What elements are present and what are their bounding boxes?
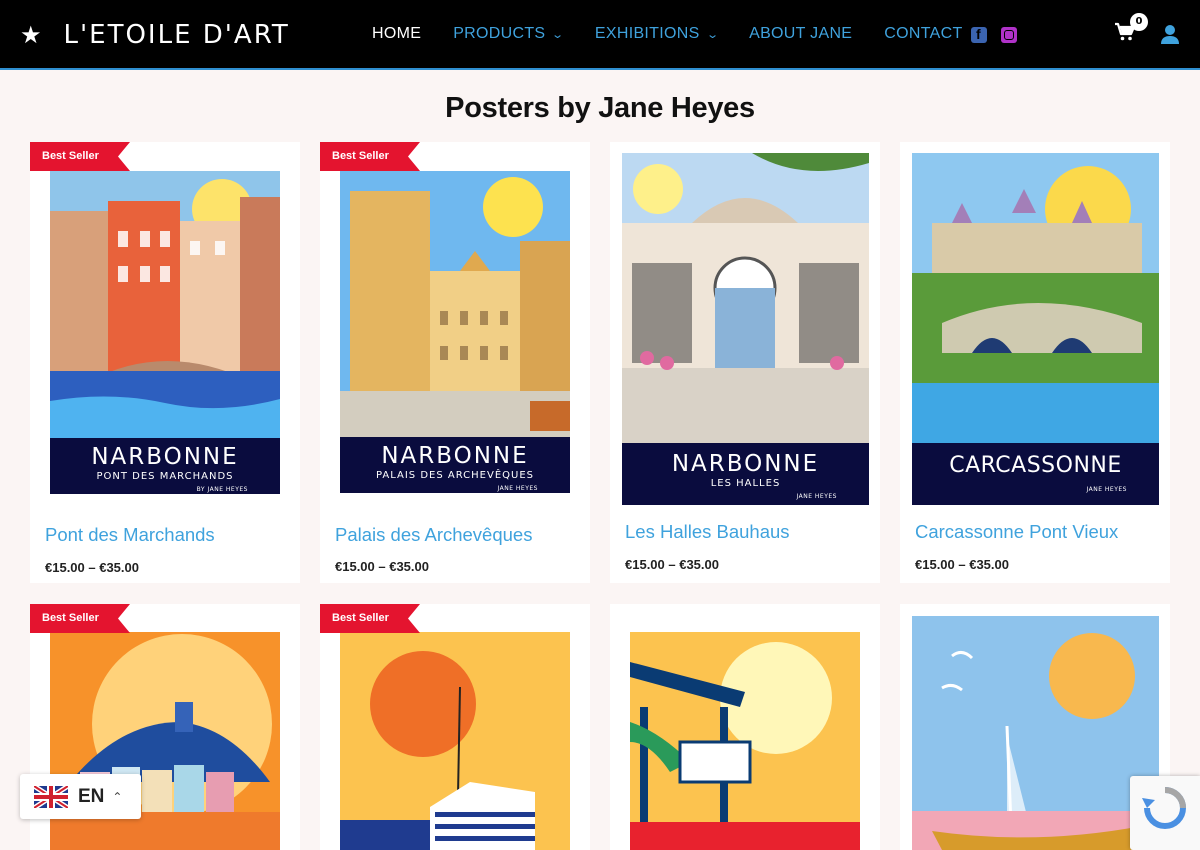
product-card[interactable]: NARBONNE LES HALLES JANE HEYES Les Halle… [610, 142, 880, 583]
cart-count-badge: 0 [1130, 13, 1148, 31]
main-nav: HOME PRODUCTS ⌄ EXHIBITIONS ⌄ ABOUT JANE C… [372, 25, 995, 43]
nav-exhibitions[interactable]: EXHIBITIONS ⌄ [594, 25, 720, 43]
product-name[interactable]: Pont des Marchands [45, 524, 215, 546]
poster-subtitle: PALAIS DES ARCHEVÊQUES [375, 470, 535, 481]
star-icon: ★ [20, 21, 42, 49]
nav-contact[interactable]: CONTACT [884, 25, 962, 43]
poster-subtitle: LES HALLES [710, 478, 781, 489]
site-logo[interactable]: ★ L'ETOILE D'ART [20, 19, 290, 51]
product-name[interactable]: Les Halles Bauhaus [625, 521, 790, 543]
product-name[interactable]: Palais des Archevêques [335, 524, 532, 546]
product-card[interactable]: CARCASSONNE JANE HEYES Carcassonne Pont … [900, 142, 1170, 583]
language-code: EN [78, 785, 105, 807]
nav-label: EXHIBITIONS [594, 25, 700, 42]
site-header: ★ L'ETOILE D'ART HOME PRODUCTS ⌄ EXHIBITI… [0, 0, 1200, 70]
page-title: Posters by Jane Heyes [445, 92, 755, 124]
nav-label: CONTACT [884, 25, 963, 42]
poster-subtitle: PONT DES MARCHANDS [96, 471, 234, 482]
nav-products[interactable]: PRODUCTS ⌄ [453, 25, 565, 43]
chevron-down-icon: ⌄ [705, 28, 720, 41]
uk-flag-icon [34, 785, 68, 808]
recaptcha-icon [1142, 787, 1186, 829]
product-price: €15.00 – €35.00 [335, 559, 429, 574]
nav-home[interactable]: HOME [372, 25, 421, 43]
social-links [971, 26, 1017, 43]
chevron-down-icon: ⌄ [551, 28, 565, 41]
best-seller-badge: Best Seller [320, 142, 420, 171]
recaptcha-badge[interactable] [1130, 776, 1200, 850]
product-price: €15.00 – €35.00 [915, 557, 1009, 572]
nav-label: ABOUT JANE [749, 25, 853, 42]
product-card[interactable]: Best Seller NARBONNE PALAIS DES ARCHEVÊQ… [320, 142, 590, 583]
product-image[interactable] [630, 632, 860, 850]
product-price: €15.00 – €35.00 [45, 560, 139, 575]
poster-author: JANE HEYES [497, 485, 538, 492]
poster-author: JANE HEYES [1086, 486, 1127, 493]
nav-label: HOME [372, 25, 422, 42]
product-image[interactable]: NARBONNE PONT DES MARCHANDS BY JANE HEYE… [50, 171, 280, 494]
poster-caption: NARBONNE LES HALLES JANE HEYES [622, 443, 869, 505]
poster-caption: NARBONNE PONT DES MARCHANDS BY JANE HEYE… [50, 438, 280, 494]
poster-city: CARCASSONNE [949, 453, 1122, 478]
user-icon[interactable] [1160, 24, 1180, 48]
product-image[interactable] [340, 632, 570, 850]
poster-city: NARBONNE [671, 451, 820, 477]
instagram-icon[interactable] [1001, 27, 1017, 43]
best-seller-badge: Best Seller [30, 604, 130, 633]
chevron-up-icon: ⌃ [112, 789, 123, 804]
poster-city: NARBONNE [91, 444, 239, 470]
product-name[interactable]: Carcassonne Pont Vieux [915, 521, 1118, 543]
nav-about-jane[interactable]: ABOUT JANE [749, 25, 852, 43]
product-card[interactable] [610, 604, 880, 850]
poster-city: NARBONNE [381, 443, 529, 469]
poster-author: JANE HEYES [796, 493, 837, 500]
poster-author: BY JANE HEYES [196, 486, 248, 493]
language-switcher[interactable]: EN ⌃ [20, 774, 141, 819]
facebook-icon[interactable] [971, 26, 987, 43]
product-image[interactable] [912, 616, 1159, 850]
poster-caption: NARBONNE PALAIS DES ARCHEVÊQUES JANE HEY… [340, 437, 570, 493]
product-card[interactable]: Best Seller [320, 604, 590, 850]
product-image[interactable]: NARBONNE LES HALLES JANE HEYES [622, 153, 869, 505]
poster-caption: CARCASSONNE JANE HEYES [912, 443, 1159, 505]
product-image[interactable]: NARBONNE PALAIS DES ARCHEVÊQUES JANE HEY… [340, 171, 570, 493]
product-image[interactable]: CARCASSONNE JANE HEYES [912, 153, 1159, 505]
nav-label: PRODUCTS [453, 25, 546, 42]
best-seller-badge: Best Seller [30, 142, 130, 171]
best-seller-badge: Best Seller [320, 604, 420, 633]
logo-text: L'ETOILE D'ART [63, 20, 290, 50]
product-price: €15.00 – €35.00 [625, 557, 719, 572]
product-card[interactable]: Best Seller NARBONNE PONT DES MARCHANDS … [30, 142, 300, 583]
